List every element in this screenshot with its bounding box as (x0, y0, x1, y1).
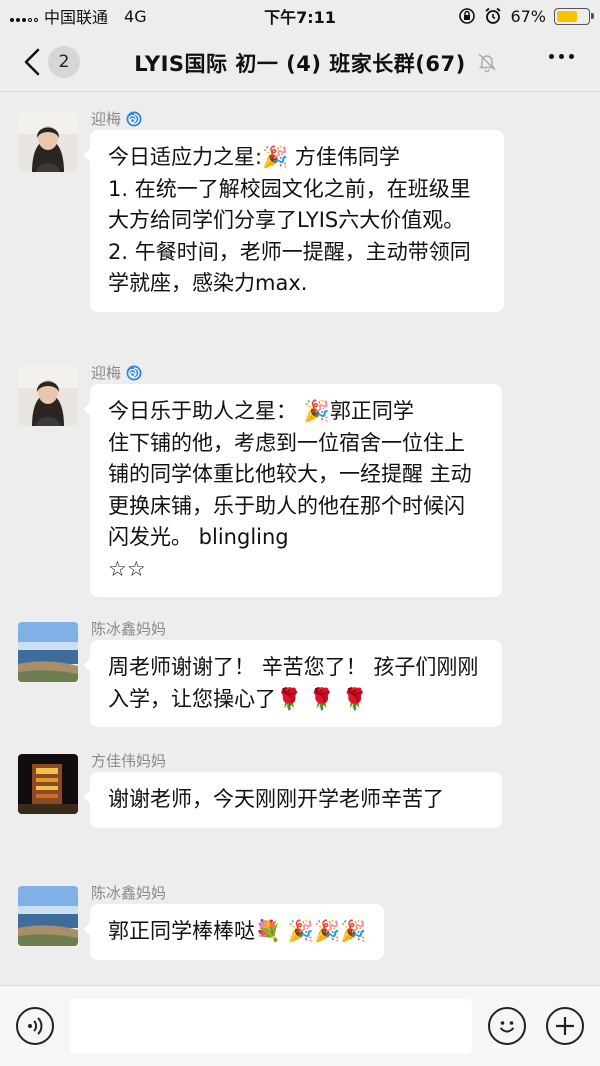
bell-off-icon (478, 53, 496, 73)
sender-name-text: 方佳伟妈妈 (91, 752, 167, 770)
message-bubble[interactable]: 今日适应力之星:🎉 方佳伟同学 1. 在统一了解校园文化之前，在班级里大方给同学… (83, 130, 504, 312)
battery-percent: 67% (510, 6, 546, 26)
spiral-icon (126, 365, 142, 380)
plus-icon[interactable] (546, 1007, 584, 1045)
message-bubble[interactable]: 周老师谢谢了！ 辛苦您了！ 孩子们刚刚入学，让您操心了🌹 🌹 🌹 (83, 640, 502, 727)
spiral-icon (126, 111, 142, 126)
nav-bar: 2 LYIS国际 初一 (4) 班家长群(67) (0, 32, 600, 92)
message-bubble[interactable]: 郭正同学棒棒哒💐 🎉🎉🎉 (82, 904, 385, 960)
voice-icon[interactable] (16, 1007, 54, 1045)
avatar[interactable] (18, 366, 78, 426)
sender-name: 陈冰鑫妈妈 (91, 882, 166, 903)
chat-title: LYIS国际 初一 (4) 班家长群(67) (134, 52, 466, 76)
sender-name-text: 陈冰鑫妈妈 (91, 620, 167, 638)
alarm-icon (485, 7, 502, 24)
avatar[interactable] (18, 754, 78, 814)
message-bubble[interactable]: 今日乐于助人之星： 🎉郭正同学 住下铺的他，考虑到一位宿舍一位住上铺的同学体重比… (83, 384, 502, 597)
sender-name-text: 迎梅 (91, 110, 122, 128)
status-right: 67% (458, 6, 594, 26)
avatar[interactable] (18, 622, 78, 682)
sender-name: 迎梅 (91, 108, 143, 129)
input-bar (0, 985, 600, 1066)
message-bubble[interactable]: 谢谢老师，今天刚刚开学老师辛苦了 (83, 772, 502, 828)
status-bar: 中国联通 4G 下午7:11 67% (0, 0, 600, 32)
battery-fill (557, 10, 578, 22)
avatar[interactable] (18, 886, 78, 946)
sender-name: 方佳伟妈妈 (91, 750, 166, 771)
avatar[interactable] (18, 112, 78, 172)
sender-name-text: 迎梅 (91, 364, 122, 382)
sender-name-text: 陈冰鑫妈妈 (91, 884, 167, 902)
more-dots-icon[interactable] (549, 54, 574, 59)
sender-name: 陈冰鑫妈妈 (91, 618, 166, 639)
message-input[interactable] (70, 999, 472, 1054)
rotation-lock-icon (459, 8, 476, 24)
sender-name: 迎梅 (91, 362, 143, 383)
emoji-icon[interactable] (488, 1007, 526, 1045)
battery-icon (554, 7, 594, 25)
